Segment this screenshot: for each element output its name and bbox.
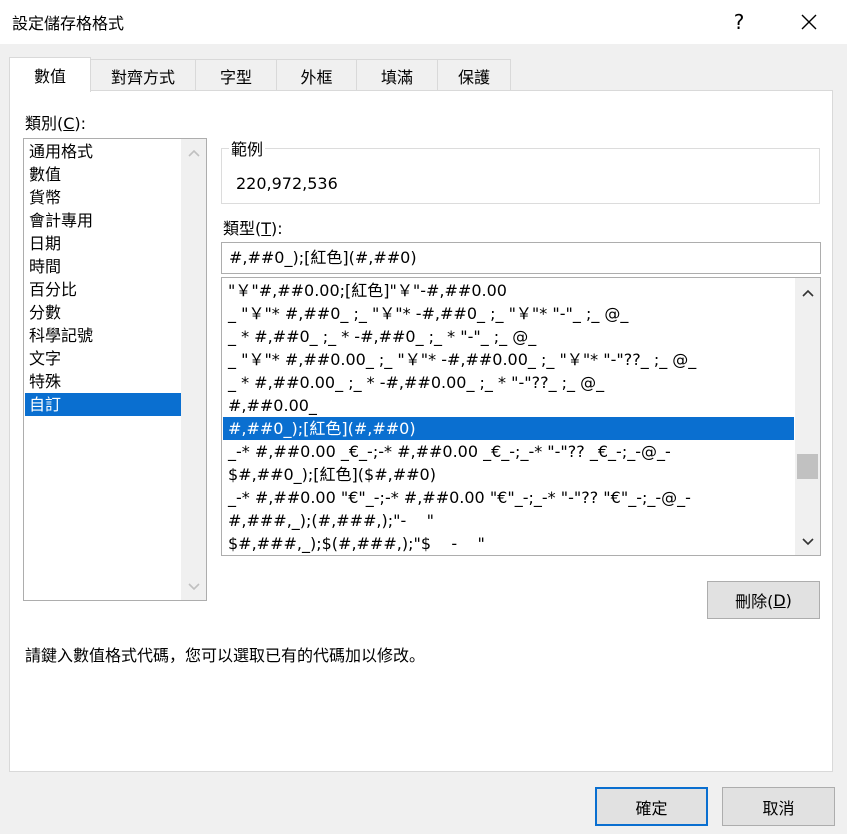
format-cells-dialog: 設定儲存格格式 ? 數值 對齊方式 字型 外框 填滿 保護 類別(C): 通用格… <box>0 0 847 834</box>
chevron-down-icon <box>187 582 200 590</box>
format-item-selected[interactable]: #,##0_);[紅色](#,##0) <box>223 417 794 440</box>
format-item[interactable]: "￥"#,##0.00;[紅色]"￥"-#,##0.00 <box>223 279 794 302</box>
format-scrollbar[interactable] <box>795 278 820 555</box>
category-item-custom[interactable]: 自訂 <box>25 393 181 416</box>
format-item[interactable]: _ "￥"* #,##0.00_ ;_ "￥"* -#,##0.00_ ;_ "… <box>223 348 794 371</box>
tab-font[interactable]: 字型 <box>195 59 277 91</box>
format-item[interactable]: #,##0.00_ <box>223 394 794 417</box>
chevron-up-icon <box>801 289 814 297</box>
scroll-down-button[interactable] <box>795 529 820 554</box>
format-item[interactable]: _ * #,##0.00_ ;_ * -#,##0.00_ ;_ * "-"??… <box>223 371 794 394</box>
instruction-text: 請鍵入數值格式代碼，您可以選取已有的代碼加以修改。 <box>25 646 426 665</box>
category-item-text[interactable]: 文字 <box>25 347 181 370</box>
format-item[interactable]: _ * #,##0_ ;_ * -#,##0_ ;_ * "-"_ ;_ @_ <box>223 325 794 348</box>
format-item[interactable]: _-* #,##0.00 _€_-;-* #,##0.00 _€_-;_-* "… <box>223 440 794 463</box>
tab-label: 字型 <box>219 67 252 87</box>
tab-fill[interactable]: 填滿 <box>356 59 438 91</box>
category-item-currency[interactable]: 貨幣 <box>25 186 181 209</box>
close-button[interactable] <box>786 0 832 44</box>
category-item-date[interactable]: 日期 <box>25 232 181 255</box>
tab-label: 填滿 <box>380 67 413 87</box>
chevron-up-icon <box>187 149 200 157</box>
cancel-button[interactable]: 取消 <box>722 787 835 826</box>
format-item[interactable]: _-* #,##0.00 "€"_-;-* #,##0.00 "€"_-;_-*… <box>223 486 794 509</box>
category-item-number[interactable]: 數值 <box>25 163 181 186</box>
format-item[interactable]: $#,##0_);[紅色]($#,##0) <box>223 463 794 486</box>
tab-label: 保護 <box>457 67 490 87</box>
dialog-title: 設定儲存格格式 <box>12 14 125 33</box>
category-item-scientific[interactable]: 科學記號 <box>25 324 181 347</box>
category-item-fraction[interactable]: 分數 <box>25 301 181 324</box>
scroll-up-button[interactable] <box>181 140 206 165</box>
category-listbox[interactable]: 通用格式 數值 貨幣 會計專用 日期 時間 百分比 分數 科學記號 文字 特殊 … <box>23 138 207 601</box>
tab-alignment[interactable]: 對齊方式 <box>90 59 196 91</box>
tab-label: 對齊方式 <box>110 67 175 87</box>
category-item-general[interactable]: 通用格式 <box>25 140 181 163</box>
tab-protection[interactable]: 保護 <box>437 59 511 91</box>
tab-number[interactable]: 數值 <box>9 57 91 92</box>
delete-button[interactable]: 刪除(D) <box>707 581 820 619</box>
format-item[interactable]: #,###,_);(#,###,);"- " <box>223 509 794 532</box>
category-item-accounting[interactable]: 會計專用 <box>25 209 181 232</box>
chevron-down-icon <box>801 537 814 545</box>
format-item[interactable]: $#,###,_);$(#,###,);"$ - " <box>223 532 794 555</box>
category-item-time[interactable]: 時間 <box>25 255 181 278</box>
category-scrollbar[interactable] <box>181 139 206 600</box>
sample-label: 範例 <box>229 136 266 160</box>
title-bar: 設定儲存格格式 ? <box>0 0 847 44</box>
format-item[interactable]: _ "￥"* #,##0_ ;_ "￥"* -#,##0_ ;_ "￥"* "-… <box>223 302 794 325</box>
type-label: 類型(T): <box>223 219 283 238</box>
close-icon <box>801 14 817 30</box>
help-button[interactable]: ? <box>716 0 762 44</box>
sample-value: 220,972,536 <box>236 174 338 193</box>
ok-button[interactable]: 確定 <box>595 787 708 826</box>
category-item-percentage[interactable]: 百分比 <box>25 278 181 301</box>
help-icon: ? <box>733 10 745 34</box>
scroll-up-button[interactable] <box>795 280 820 305</box>
category-item-special[interactable]: 特殊 <box>25 370 181 393</box>
tab-border[interactable]: 外框 <box>276 59 357 91</box>
category-label: 類別(C): <box>25 114 87 133</box>
scroll-down-button[interactable] <box>181 574 206 599</box>
tab-label: 數值 <box>33 67 66 86</box>
scrollbar-thumb[interactable] <box>797 454 818 479</box>
tab-label: 外框 <box>300 67 333 87</box>
format-code-input[interactable]: #,##0_);[紅色](#,##0) <box>221 242 821 274</box>
format-code-listbox[interactable]: "￥"#,##0.00;[紅色]"￥"-#,##0.00 _ "￥"* #,##… <box>221 277 821 556</box>
